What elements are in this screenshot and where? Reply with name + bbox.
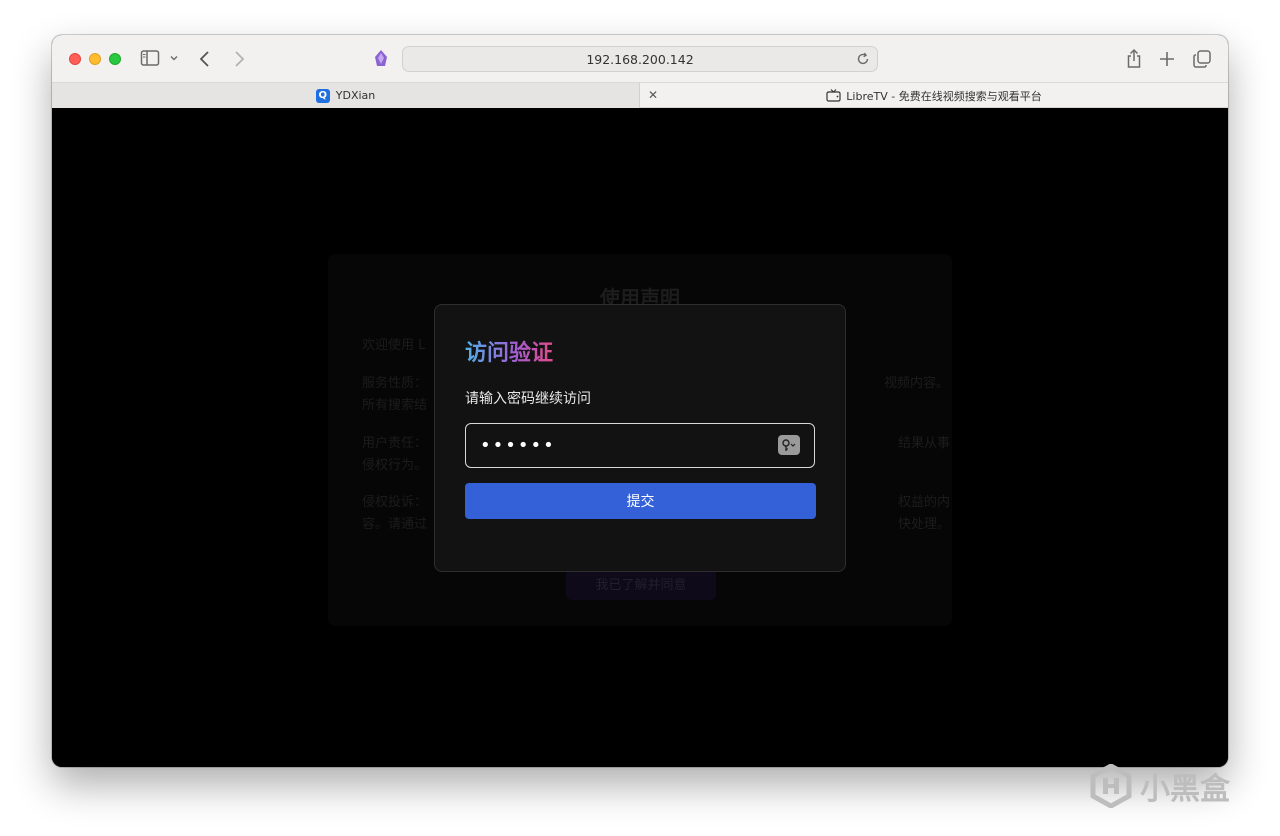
notice-text: 容。请通过 — [362, 517, 428, 532]
watermark: 小黑盒 — [1090, 764, 1230, 808]
tab-libretv[interactable]: ✕ LibreTV - 免费在线视频搜索与观看平台 — [640, 83, 1228, 108]
access-verification-modal: 访问验证 请输入密码继续访问 提交 — [434, 304, 846, 572]
notice-text: 权益的内 — [898, 495, 951, 510]
address-bar[interactable]: 192.168.200.142 — [402, 46, 878, 72]
page-viewport: 使用声明 欢迎使用 L 服务性质： 所有搜索结 视频内容。 用户责任： 侵权行为… — [52, 108, 1228, 767]
notice-text: 侵权投诉： — [362, 495, 428, 510]
minimize-window-button[interactable] — [89, 53, 101, 65]
notice-text: 所有搜索结 — [362, 398, 428, 413]
notice-text: 快处理。 — [898, 517, 951, 532]
chevron-down-icon — [170, 56, 178, 61]
sidebar-icon — [140, 50, 160, 66]
zoom-window-button[interactable] — [109, 53, 121, 65]
notice-text: 侵权行为。 — [362, 458, 428, 473]
browser-toolbar: 192.168.200.142 — [52, 35, 1228, 83]
watermark-text: 小黑盒 — [1140, 772, 1230, 807]
tab-overview-button[interactable] — [1192, 49, 1212, 69]
tab-ydxian[interactable]: Q YDXian — [52, 83, 640, 108]
password-input[interactable] — [465, 423, 815, 468]
forward-button[interactable] — [232, 49, 246, 69]
tab-label: LibreTV - 免费在线视频搜索与观看平台 — [846, 89, 1042, 103]
ydxian-favicon-icon: Q — [315, 88, 330, 103]
notice-text: 服务性质： — [362, 376, 428, 391]
share-button[interactable] — [1125, 48, 1143, 70]
tab-bar: Q YDXian ✕ LibreTV - 免费在线视频搜索与观看平台 — [52, 83, 1228, 108]
close-tab-icon[interactable]: ✕ — [648, 89, 658, 101]
xiaoheihe-logo-icon — [1090, 764, 1132, 808]
url-text: 192.168.200.142 — [586, 51, 694, 67]
password-autofill-key-icon[interactable] — [778, 435, 800, 455]
chevron-right-icon — [235, 51, 245, 67]
back-button[interactable] — [198, 49, 212, 69]
tab-label: YDXian — [335, 89, 376, 102]
reload-icon — [857, 52, 869, 65]
browser-window: 192.168.200.142 Q YDXian ✕ LibreTV - 免费在… — [52, 35, 1228, 767]
privacy-report-button[interactable] — [372, 49, 390, 69]
reload-button[interactable] — [855, 51, 871, 70]
password-prompt-label: 请输入密码继续访问 — [465, 391, 591, 407]
share-icon — [1127, 48, 1141, 68]
sidebar-menu-chevron[interactable] — [169, 53, 179, 63]
notice-text: 欢迎使用 L — [362, 338, 426, 353]
plus-icon — [1160, 52, 1174, 66]
notice-text: 视频内容。 — [884, 376, 950, 391]
chevron-left-icon — [199, 51, 209, 67]
notice-text: 结果从事 — [898, 436, 951, 451]
new-tab-button[interactable] — [1158, 50, 1176, 68]
tabs-overview-icon — [1193, 50, 1211, 68]
close-window-button[interactable] — [69, 53, 81, 65]
submit-button[interactable]: 提交 — [465, 483, 816, 519]
tv-icon — [826, 89, 841, 102]
shield-icon — [375, 50, 387, 66]
sidebar-toggle-button[interactable] — [140, 49, 160, 67]
modal-title: 访问验证 — [465, 335, 553, 367]
notice-text: 用户责任： — [362, 436, 428, 451]
